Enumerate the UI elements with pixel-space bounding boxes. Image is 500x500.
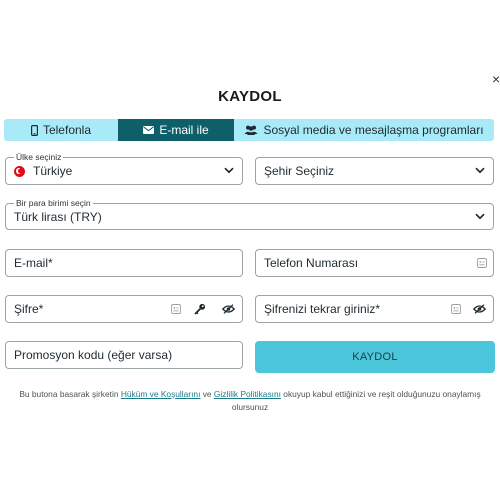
phone-field-placeholder: Telefon Numarası (264, 256, 359, 270)
phone-field[interactable]: Telefon Numarası (255, 249, 494, 277)
email-field-placeholder: E-mail* (14, 256, 53, 270)
legal-prefix: Bu butona basarak şirketin (19, 389, 121, 399)
country-select[interactable]: Ülke seçiniz Türkiye (5, 152, 243, 185)
eye-slash-icon[interactable] (222, 304, 235, 314)
legal-middle: ve (200, 389, 214, 399)
eye-slash-icon[interactable] (473, 304, 486, 314)
tab-phone-label: Telefonla (42, 123, 92, 137)
currency-select-value: Türk lirası (TRY) (14, 209, 102, 224)
tab-social-label: Sosyal media ve mesajlaşma programları (263, 123, 484, 137)
currency-select-label: Bir para birimi seçin (14, 198, 93, 208)
envelope-icon (143, 126, 155, 134)
privacy-link[interactable]: Gizlilik Politikasını (214, 389, 281, 399)
tab-phone[interactable]: Telefonla (4, 119, 118, 141)
password-field[interactable]: Şifre* (5, 295, 243, 323)
dialog-title: KAYDOL (218, 88, 282, 105)
register-button-label: KAYDOL (352, 351, 398, 363)
register-button[interactable]: KAYDOL (255, 341, 495, 373)
tab-email[interactable]: E-mail ile (118, 119, 234, 141)
city-select-value: Şehir Seçiniz (264, 164, 335, 178)
currency-select[interactable]: Bir para birimi seçin Türk lirası (TRY) (5, 198, 494, 230)
close-icon[interactable]: × (492, 72, 500, 86)
terms-link[interactable]: Hüküm ve Koşullarını (121, 389, 201, 399)
tab-social[interactable]: Sosyal media ve mesajlaşma programları (234, 119, 494, 141)
chevron-down-icon (475, 167, 485, 174)
email-field[interactable]: E-mail* (5, 249, 243, 277)
registration-tabs: Telefonla E-mail ile Sosyal media ve mes… (4, 119, 494, 141)
country-select-value: Türkiye (33, 164, 73, 178)
tab-email-label: E-mail ile (159, 123, 209, 137)
key-icon[interactable] (194, 303, 206, 315)
password-repeat-field[interactable]: Şifrenizi tekrar giriniz* (255, 295, 494, 323)
users-icon (244, 125, 258, 135)
turkey-flag-icon (14, 165, 25, 177)
autofill-icon[interactable] (477, 258, 487, 268)
chevron-down-icon (475, 213, 485, 219)
autofill-icon[interactable] (171, 304, 181, 314)
phone-icon (30, 124, 38, 136)
country-select-label: Ülke seçiniz (14, 152, 64, 162)
legal-notice: Bu butona basarak şirketin Hüküm ve Koşu… (10, 388, 490, 414)
autofill-icon[interactable] (451, 304, 461, 314)
promo-code-field-placeholder: Promosyon kodu (eğer varsa) (14, 348, 173, 362)
chevron-down-icon (224, 167, 234, 174)
promo-code-field[interactable]: Promosyon kodu (eğer varsa) (5, 341, 243, 369)
city-select[interactable]: Şehir Seçiniz (255, 157, 494, 185)
